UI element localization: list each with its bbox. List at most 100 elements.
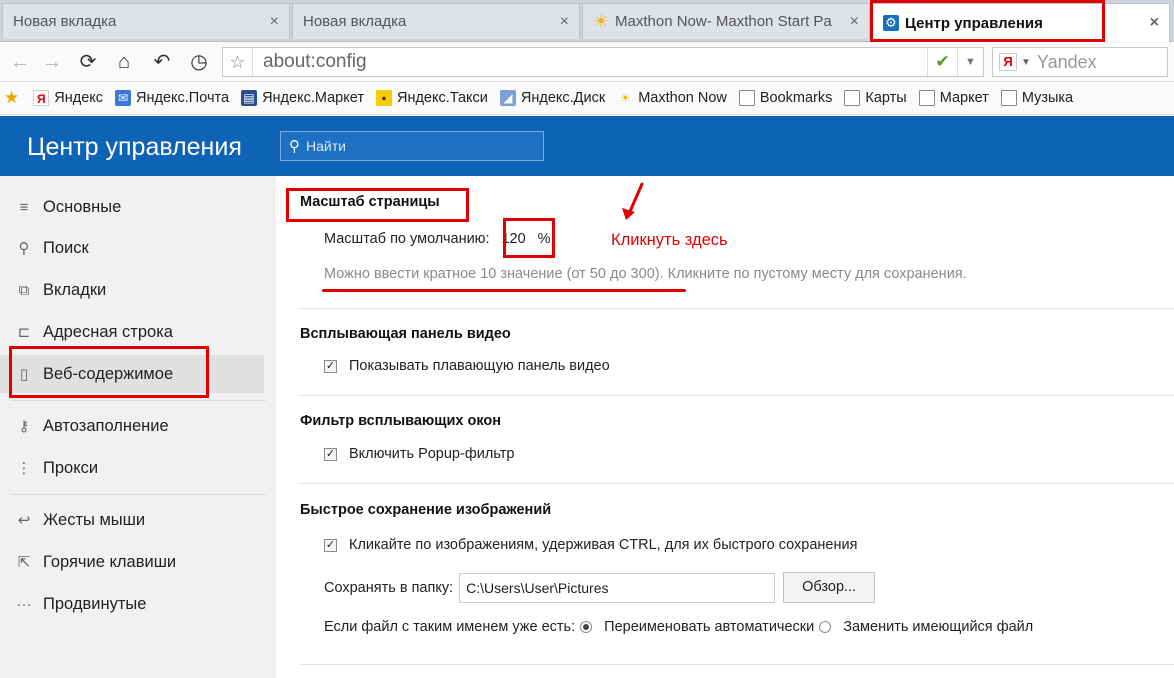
page-icon	[738, 90, 755, 106]
bookmark-yandex-taxi[interactable]: ▪ Яндекс.Такси	[375, 90, 488, 106]
tab-label: Новая вкладка	[303, 13, 407, 30]
sidebar-divider	[10, 400, 266, 401]
browse-button[interactable]: Обзор...	[783, 572, 876, 603]
annotation-box-sidebar	[9, 346, 209, 398]
hotkey-icon: ⇱	[17, 554, 31, 571]
tabs-icon: ⧉	[18, 281, 30, 299]
page-title: Центр управления	[27, 133, 242, 161]
tab-maxthon-now[interactable]: ☀ Maxthon Now- Maxthon Start Pa ×	[582, 3, 870, 39]
bookmark-label: Яндекс.Диск	[520, 90, 606, 106]
bookmark-market[interactable]: Маркет	[918, 90, 989, 106]
sidebar-item-advanced[interactable]: ··· Продвинутые	[0, 585, 264, 623]
address-bar-icon: ⊏	[17, 324, 31, 341]
home-button[interactable]: ⌂	[112, 50, 136, 74]
bookmark-maxthon-now[interactable]: ☀ Maxthon Now	[617, 90, 727, 106]
bookmark-maps[interactable]: Карты	[844, 90, 907, 106]
sidebar-item-proxy[interactable]: ⋮ Прокси	[0, 449, 264, 487]
bookmark-label: Маркет	[939, 90, 989, 106]
bookmark-yandex-disk[interactable]: ◢ Яндекс.Диск	[499, 90, 606, 106]
sidebar-item-search[interactable]: ⚲ Поиск	[0, 229, 264, 267]
search-engine-input[interactable]: Yandex	[1037, 52, 1097, 73]
zoom-hint: Можно ввести кратное 10 значение (от 50 …	[324, 266, 967, 282]
bookmark-label: Яндекс.Маркет	[262, 90, 364, 106]
tab-new-1[interactable]: Новая вкладка ×	[2, 3, 290, 39]
bookmark-label: Музыка	[1021, 90, 1074, 106]
annotation-underline	[322, 289, 686, 292]
url-input[interactable]: about:config	[253, 51, 927, 73]
sun-icon: ☀	[619, 91, 631, 105]
key-icon: ⚷	[18, 418, 30, 435]
bookmark-bookmarks[interactable]: Bookmarks	[738, 90, 833, 106]
page-icon	[844, 90, 861, 106]
search-engine-box[interactable]: Я ▼ Yandex	[992, 47, 1168, 77]
settings-search-box[interactable]: ⚲ Найти	[280, 131, 544, 161]
pin-icon[interactable]: ✔	[927, 48, 957, 76]
sun-icon: ☀	[593, 11, 609, 31]
undo-close-button[interactable]: ↶	[150, 50, 174, 74]
favorites-star-icon[interactable]: ★	[4, 88, 19, 108]
sidebar-item-hotkeys[interactable]: ⇱ Горячие клавиши	[0, 543, 264, 581]
bookmark-label: Яндекс.Такси	[396, 90, 488, 106]
close-icon[interactable]: ×	[270, 13, 279, 31]
rename-radio[interactable]	[580, 621, 593, 633]
annotation-note: Кликнуть здесь	[611, 231, 728, 249]
section-title-video: Всплывающая панель видео	[300, 326, 511, 342]
market-icon: ▤	[241, 90, 258, 106]
image-save-option[interactable]: ✓ Кликайте по изображениям, удерживая CT…	[324, 537, 857, 553]
taxi-icon: ▪	[375, 90, 392, 106]
history-button[interactable]: ◷	[187, 50, 211, 74]
tab-new-2[interactable]: Новая вкладка ×	[292, 3, 580, 39]
back-button[interactable]: ←	[8, 50, 32, 74]
forward-button[interactable]: →	[40, 50, 64, 74]
bookmark-star-icon[interactable]: ☆	[223, 48, 253, 76]
checkbox-label: Включить Popup-фильтр	[349, 446, 515, 462]
popup-checkbox[interactable]: ✓	[324, 447, 337, 461]
section-divider	[300, 664, 1174, 665]
navigation-bar: ← → ⟳ ⌂ ↶ ◷ ☆ about:config ✔ ▼ Я ▼ Yande…	[0, 42, 1174, 82]
mail-icon: ✉	[115, 90, 132, 106]
sidebar-item-tabs[interactable]: ⧉ Вкладки	[0, 271, 264, 309]
sidebar-item-general[interactable]: ≡ Основные	[0, 188, 264, 226]
bookmark-label: Bookmarks	[759, 90, 833, 106]
close-icon[interactable]: ×	[1150, 14, 1159, 32]
image-save-checkbox[interactable]: ✓	[324, 538, 337, 552]
section-divider	[300, 308, 1174, 309]
reload-button[interactable]: ⟳	[76, 50, 100, 74]
sidebar-item-label: Поиск	[43, 238, 89, 257]
yandex-icon[interactable]: Я	[999, 53, 1017, 71]
file-exists-label: Если файл с таким именем уже есть:	[324, 619, 576, 635]
control-center-header: Центр управления ⚲ Найти	[0, 116, 1174, 176]
annotation-box-tab	[870, 0, 1105, 42]
bookmarks-bar: ★ Я Яндекс ✉ Яндекс.Почта ▤ Яндекс.Марке…	[0, 82, 1174, 115]
folder-path-input[interactable]: C:\Users\User\Pictures	[459, 572, 776, 603]
chevron-down-icon[interactable]: ▼	[957, 48, 983, 76]
popup-option[interactable]: ✓ Включить Popup-фильтр	[324, 446, 514, 462]
close-icon[interactable]: ×	[560, 13, 569, 31]
radio-label[interactable]: Заменить имеющийся файл	[843, 619, 1033, 635]
bookmark-yandex-mail[interactable]: ✉ Яндекс.Почта	[115, 90, 229, 106]
annotation-box-zoom-input	[503, 218, 555, 258]
close-icon[interactable]: ×	[850, 13, 859, 31]
bookmark-yandex-market[interactable]: ▤ Яндекс.Маркет	[241, 90, 364, 106]
sidebar-item-label: Горячие клавиши	[43, 552, 177, 571]
bookmark-music[interactable]: Музыка	[1000, 90, 1074, 106]
video-option[interactable]: ✓ Показывать плавающую панель видео	[324, 358, 610, 374]
replace-radio[interactable]	[819, 621, 832, 633]
bookmark-yandex[interactable]: Я Яндекс	[33, 90, 103, 106]
bookmark-label: Maxthon Now	[638, 90, 727, 106]
sidebar-item-label: Жесты мыши	[43, 510, 146, 529]
chevron-down-icon[interactable]: ▼	[1021, 57, 1031, 68]
disk-icon: ◢	[499, 90, 516, 106]
page-icon	[918, 90, 935, 106]
search-input[interactable]: Найти	[306, 138, 346, 154]
sidebar-item-mouse-gestures[interactable]: ↩ Жесты мыши	[0, 501, 264, 539]
video-checkbox[interactable]: ✓	[324, 359, 337, 373]
bookmark-label: Яндекс.Почта	[136, 90, 230, 106]
sidebar-item-autofill[interactable]: ⚷ Автозаполнение	[0, 407, 264, 445]
search-icon: ⚲	[18, 240, 30, 257]
sidebar-item-label: Адресная строка	[43, 322, 173, 341]
more-icon: ···	[16, 595, 32, 613]
address-bar[interactable]: ☆ about:config ✔ ▼	[222, 47, 984, 77]
radio-label[interactable]: Переименовать автоматически	[604, 619, 814, 635]
page-icon	[1000, 90, 1017, 106]
